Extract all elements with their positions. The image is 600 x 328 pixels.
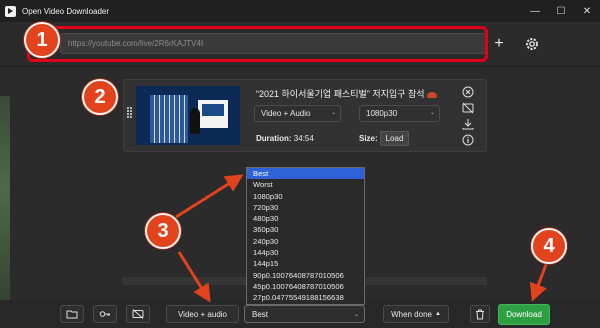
size-label: Size: (359, 134, 378, 143)
close-button[interactable]: ✕ (574, 0, 600, 22)
key-icon[interactable] (93, 305, 117, 323)
video-quality-select[interactable]: 1080p30 ⌄ (359, 105, 440, 122)
duration: Duration: 34:54 (256, 134, 314, 143)
video-title-text: “2021 하이서울기업 패스티벌” 저지입구 참석 (256, 89, 425, 99)
chevron-down-icon: ⌄ (353, 311, 359, 318)
app-icon (5, 5, 16, 17)
load-size-button[interactable]: Load (380, 131, 409, 146)
dropdown-option[interactable]: 144p15 (247, 258, 364, 269)
subtitles-off-icon[interactable] (126, 305, 150, 323)
arrow-to-dropdown (175, 174, 244, 219)
minimize-button[interactable]: — (522, 0, 548, 22)
video-thumbnail (136, 86, 240, 145)
annotation-badge-1: 1 (24, 22, 60, 58)
card-actions (461, 85, 475, 149)
trash-icon[interactable] (470, 305, 490, 323)
annotation-badge-4: 4 (531, 228, 567, 264)
dropdown-option[interactable]: 27p0.04775549188156638 (247, 292, 364, 303)
dropdown-option[interactable]: 1080p30 (247, 191, 364, 202)
video-type-select[interactable]: Video + Audio ⌄ (254, 105, 341, 122)
dropdown-option[interactable]: 144p30 (247, 247, 364, 258)
when-done-label: When done (391, 309, 432, 319)
subtitles-off-icon[interactable] (461, 101, 475, 115)
url-highlight-box (27, 26, 488, 62)
dropdown-option[interactable]: 45p0.10076408787010506 (247, 281, 364, 292)
download-quality-select[interactable]: Best ⌄ (244, 305, 365, 323)
annotation-badge-3: 3 (145, 213, 181, 249)
dropdown-option[interactable]: 360p30 (247, 224, 364, 235)
background-window-strip (0, 96, 10, 328)
download-quality-value: Best (252, 309, 269, 319)
remove-icon[interactable] (461, 85, 475, 99)
duration-label: Duration: (256, 134, 292, 143)
arrow-to-type-select (177, 251, 211, 303)
caret-up-icon: ▲ (434, 311, 441, 317)
emoji-icon (426, 91, 437, 98)
download-type-select[interactable]: Video + audio (166, 305, 239, 323)
chevron-down-icon: ⌄ (429, 110, 435, 116)
add-url-button[interactable]: + (490, 34, 508, 54)
maximize-button[interactable]: ☐ (548, 0, 574, 22)
info-icon[interactable] (461, 133, 475, 147)
annotation-badge-2: 2 (82, 79, 118, 115)
divider (0, 66, 600, 67)
settings-gear-icon[interactable] (524, 36, 540, 52)
dropdown-option[interactable]: 90p0.1007640878701050​6 (247, 270, 364, 281)
download-button[interactable]: Download (498, 304, 550, 325)
chevron-down-icon: ⌄ (330, 110, 336, 116)
video-title: “2021 하이서울기업 패스티벌” 저지입구 참석 (256, 87, 437, 100)
dropdown-option[interactable]: Best (247, 168, 364, 180)
video-quality-value: 1080p30 (366, 109, 398, 118)
duration-value: 34:54 (293, 134, 314, 143)
window-title: Open Video Downloader (22, 6, 110, 16)
folder-icon[interactable] (60, 305, 84, 323)
when-done-button[interactable]: When done ▲ (383, 305, 449, 323)
dropdown-option[interactable]: 240p30 (247, 236, 364, 247)
drag-handle-icon[interactable] (127, 106, 133, 120)
arrow-to-download (529, 261, 549, 302)
dropdown-option[interactable]: 720p30 (247, 202, 364, 213)
video-type-value: Video + Audio (261, 109, 311, 118)
quality-dropdown-menu: Best Worst 1080p30 720p30 480p30 360p30 240p30… (246, 167, 365, 305)
dropdown-option[interactable]: Worst (247, 179, 364, 190)
title-bar: Open Video Downloader — ☐ ✕ (0, 0, 600, 22)
download-single-icon[interactable] (461, 117, 475, 131)
dropdown-option[interactable]: 480p30 (247, 213, 364, 224)
